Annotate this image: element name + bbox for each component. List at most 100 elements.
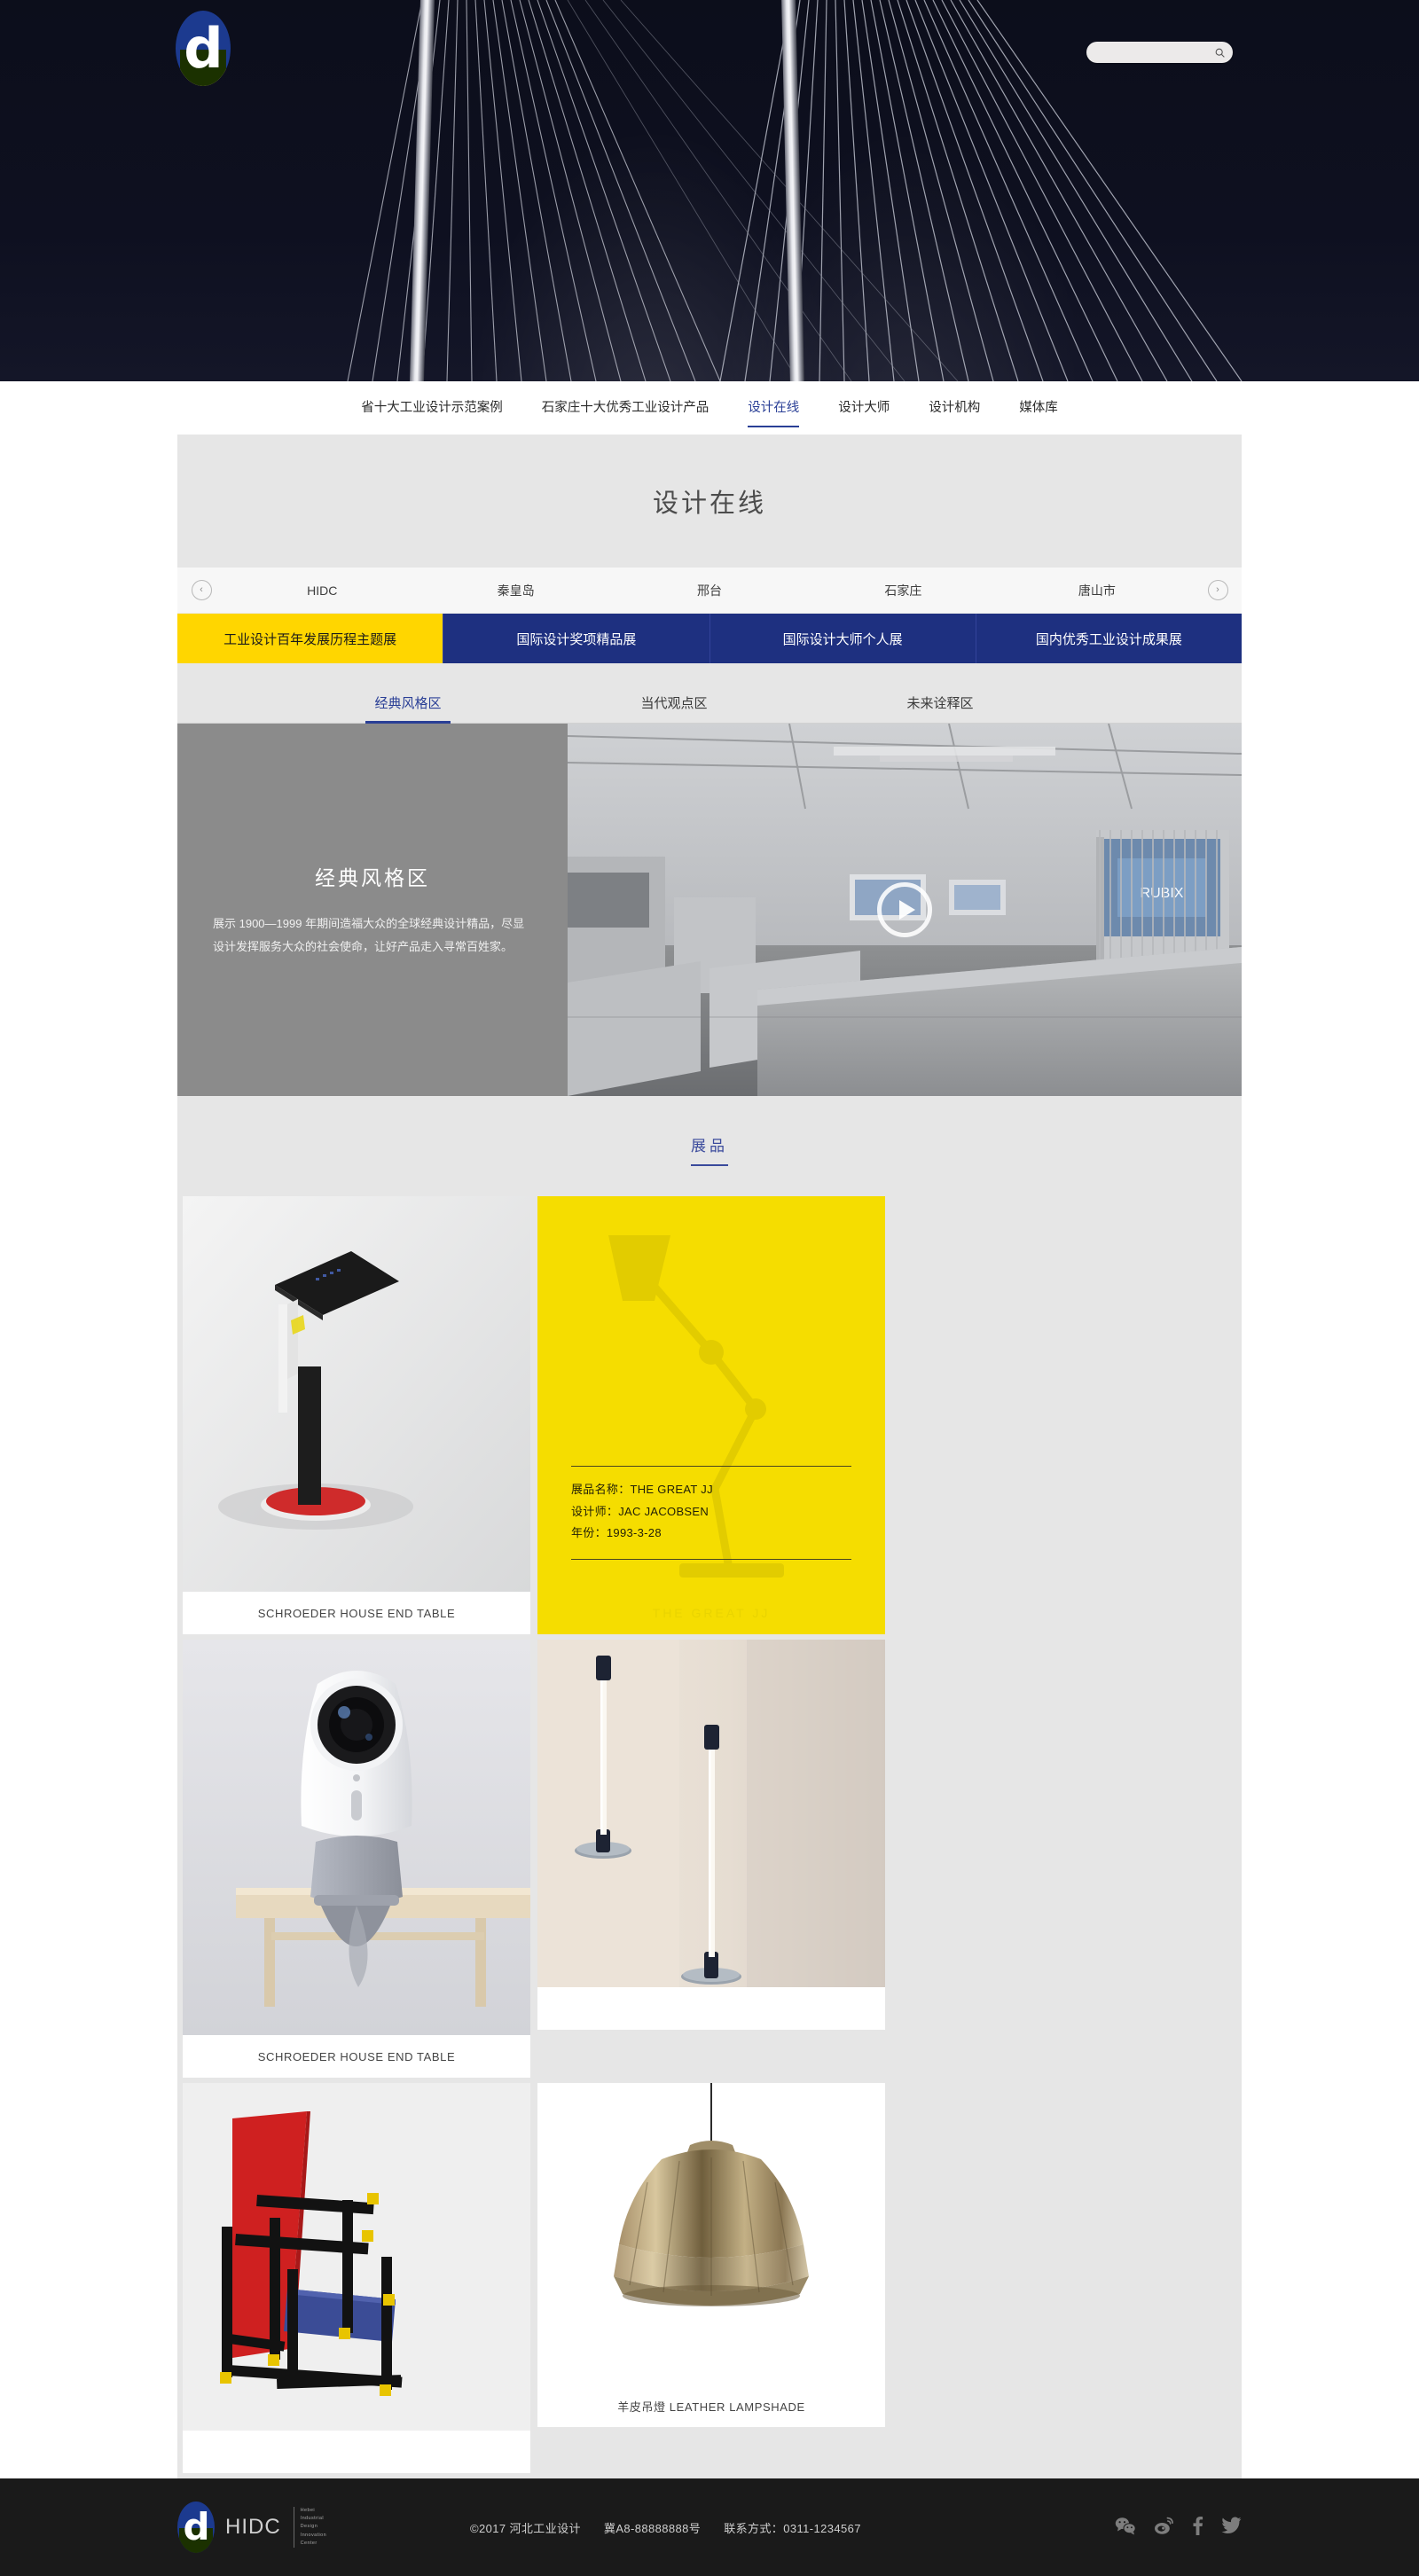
footer-legal: ©2017 河北工业设计 冀A8-88888888号 联系方式：0311-123… — [470, 2519, 861, 2536]
exhibit-card-pendant-lamp[interactable]: 羊皮吊燈 LEATHER LAMPSHADE — [537, 2083, 885, 2427]
exhibit-card-side-table[interactable]: SCHROEDER HOUSE END TABLE — [183, 1196, 530, 1634]
city-item-hidc[interactable]: HIDC — [225, 583, 419, 598]
chevron-left-icon[interactable]: ‹ — [191, 580, 212, 600]
exhibit-thumb-floor-lamps — [537, 1640, 885, 1987]
hero-topbar: d — [0, 0, 1419, 98]
logo-letter-d: d — [180, 15, 227, 86]
zone-tab-future[interactable]: 未来诠释区 — [807, 693, 1073, 723]
nav-item-2[interactable]: 设计在线 — [728, 381, 819, 435]
exhibit-caption-5: 羊皮吊燈 LEATHER LAMPSHADE — [537, 2384, 885, 2427]
play-triangle-icon — [899, 900, 915, 920]
exhibition-tab-1[interactable]: 国际设计奖项精品展 — [443, 614, 710, 663]
footer-icp: 冀A8-88888888号 — [603, 2521, 702, 2535]
exhibits-title-underline — [691, 1164, 728, 1166]
page-content: 设计在线 ‹ HIDC 秦皇岛 邢台 石家庄 唐山市 › 工业设计百年发展历程主… — [177, 435, 1242, 2478]
exhibits-heading: 展品 — [177, 1133, 1242, 1196]
footer-brand[interactable]: d HIDC Hebei Industrial Design Innovation Ce… — [177, 2502, 326, 2553]
footer-brand-name: HIDC — [225, 2515, 281, 2539]
zone-banner-video[interactable]: RUBIX — [568, 724, 1242, 1096]
chevron-right-icon[interactable]: › — [1207, 580, 1228, 600]
site-logo[interactable]: d — [176, 11, 231, 86]
zone-banner-text: 经典风格区 展示 1900—1999 年期间造福大众的全球经典设计精品，尽显设计… — [177, 724, 568, 1096]
exhibit-cell-4 — [179, 2083, 534, 2478]
exhibit-caption-3 — [537, 1987, 885, 2030]
city-item-tangshan[interactable]: 唐山市 — [1000, 582, 1194, 599]
exhibit-cell-2: insta360 SCHROEDER HOUSE END TABLE — [179, 1640, 534, 2083]
facebook-icon[interactable] — [1192, 2516, 1203, 2539]
facebook-glyph — [1193, 2517, 1203, 2535]
red-blue-chair-illustration — [183, 2083, 530, 2431]
city-carousel[interactable]: ‹ HIDC 秦皇岛 邢台 石家庄 唐山市 › — [177, 568, 1242, 614]
nav-item-4[interactable]: 设计机构 — [909, 381, 1000, 435]
wechat-icon[interactable] — [1115, 2517, 1136, 2539]
city-prev-button[interactable]: ‹ — [177, 580, 225, 600]
floor-lamps-illustration — [537, 1640, 885, 1987]
zone-banner-description: 展示 1900—1999 年期间造福大众的全球经典设计精品，尽显设计发挥服务大众… — [213, 917, 525, 953]
exhibit-card-red-blue-chair[interactable] — [183, 2083, 530, 2473]
exhibition-tab-0[interactable]: 工业设计百年发展历程主题展 — [177, 614, 443, 663]
zone-tab-contemporary[interactable]: 当代观点区 — [541, 693, 807, 723]
exhibit-caption-0: SCHROEDER HOUSE END TABLE — [183, 1592, 530, 1634]
exhibit-info-block: 展品名称：THE GREAT JJ 设计师：JAC JACOBSEN 年份：19… — [571, 1465, 851, 1560]
exhibit-field-designer: 设计师：JAC JACOBSEN — [571, 1504, 710, 1518]
zone-tab-classic[interactable]: 经典风格区 — [275, 693, 541, 723]
exhibit-thumb-pendant-lamp — [537, 2083, 885, 2384]
twitter-icon[interactable] — [1221, 2517, 1242, 2538]
footer-copyright: ©2017 河北工业设计 — [470, 2521, 581, 2535]
footer-brand-subtitle: Hebei Industrial Design Innovation Center — [293, 2506, 326, 2549]
footer-logo-mark[interactable]: d — [177, 2502, 215, 2553]
svg-text:RUBIX: RUBIX — [1141, 886, 1184, 901]
weibo-glyph — [1155, 2517, 1173, 2534]
exhibition-tab-2[interactable]: 国际设计大师个人展 — [709, 614, 976, 663]
camera-illustration: insta360 — [183, 1640, 530, 2035]
search-icon[interactable] — [1214, 47, 1226, 59]
exhibit-watermark-text: THE GREAT JJ — [652, 1606, 771, 1620]
main-navigation[interactable]: 省十大工业设计示范案例 石家庄十大优秀工业设计产品 设计在线 设计大师 设计机构… — [0, 381, 1419, 435]
search-input[interactable] — [1097, 42, 1214, 63]
site-footer: d HIDC Hebei Industrial Design Innovation Ce… — [0, 2478, 1419, 2576]
footer-contact: 联系方式：0311-1234567 — [724, 2521, 861, 2535]
zone-tab-band: 经典风格区 当代观点区 未来诠释区 — [177, 663, 1242, 724]
exhibit-field-year: 年份：1993-3-28 — [571, 1526, 662, 1540]
exhibit-field-name: 展品名称：THE GREAT JJ — [571, 1482, 713, 1496]
zone-tabs[interactable]: 经典风格区 当代观点区 未来诠释区 — [177, 693, 1242, 723]
nav-item-0[interactable]: 省十大工业设计示范案例 — [341, 381, 522, 435]
exhibition-tabs[interactable]: 工业设计百年发展历程主题展 国际设计奖项精品展 国际设计大师个人展 国内优秀工业… — [177, 614, 1242, 663]
exhibits-section: 展品 SCHROEDER HOUSE END TABLE 展品名称：THE GR… — [177, 1096, 1242, 2478]
exhibit-thumb-camera: insta360 — [183, 1640, 530, 2035]
zone-banner: 经典风格区 展示 1900—1999 年期间造福大众的全球经典设计精品，尽显设计… — [177, 724, 1242, 1096]
exhibit-cell-5: 羊皮吊燈 LEATHER LAMPSHADE — [534, 2083, 889, 2478]
video-play-button[interactable] — [877, 882, 932, 937]
search-box[interactable] — [1086, 42, 1233, 63]
exhibit-cell-3 — [534, 1640, 889, 2083]
exhibit-caption-2: SCHROEDER HOUSE END TABLE — [183, 2035, 530, 2078]
exhibit-caption-4 — [183, 2431, 530, 2473]
exhibit-thumb-side-table — [183, 1196, 530, 1592]
exhibit-cell-1: 展品名称：THE GREAT JJ 设计师：JAC JACOBSEN 年份：19… — [534, 1196, 889, 1640]
exhibit-card-floor-lamps[interactable] — [537, 1640, 885, 2030]
pendant-lamp-illustration — [537, 2083, 885, 2384]
zone-banner-title: 经典风格区 — [315, 866, 430, 889]
city-item-xingtai[interactable]: 邢台 — [613, 582, 806, 599]
exhibits-grid: SCHROEDER HOUSE END TABLE 展品名称：THE GREAT… — [177, 1196, 1242, 2478]
exhibit-card-camera[interactable]: insta360 SCHROEDER HOUSE END TABLE — [183, 1640, 530, 2078]
twitter-glyph — [1221, 2517, 1242, 2533]
page-title-band: 设计在线 — [177, 435, 1242, 568]
city-list: HIDC 秦皇岛 邢台 石家庄 唐山市 — [225, 582, 1194, 599]
hero-banner: d — [0, 0, 1419, 381]
footer-social-links[interactable] — [1115, 2516, 1242, 2539]
exhibits-section-title: 展品 — [691, 1138, 728, 1155]
wechat-glyph — [1115, 2517, 1136, 2534]
exhibit-card-the-great-jj[interactable]: 展品名称：THE GREAT JJ 设计师：JAC JACOBSEN 年份：19… — [537, 1196, 885, 1634]
nav-item-1[interactable]: 石家庄十大优秀工业设计产品 — [522, 381, 729, 435]
nav-item-3[interactable]: 设计大师 — [819, 381, 909, 435]
city-next-button[interactable]: › — [1194, 580, 1242, 600]
city-item-qinhuangdao[interactable]: 秦皇岛 — [419, 582, 612, 599]
weibo-icon[interactable] — [1154, 2517, 1174, 2539]
city-item-shijiazhuang[interactable]: 石家庄 — [806, 582, 1000, 599]
exhibit-cell-0: SCHROEDER HOUSE END TABLE — [179, 1196, 534, 1640]
footer-logo-letter-d: d — [179, 2505, 213, 2553]
exhibition-tab-3[interactable]: 国内优秀工业设计成果展 — [975, 614, 1242, 663]
nav-item-5[interactable]: 媒体库 — [1000, 381, 1078, 435]
desk-lamp-watermark-illustration — [608, 1235, 784, 1578]
